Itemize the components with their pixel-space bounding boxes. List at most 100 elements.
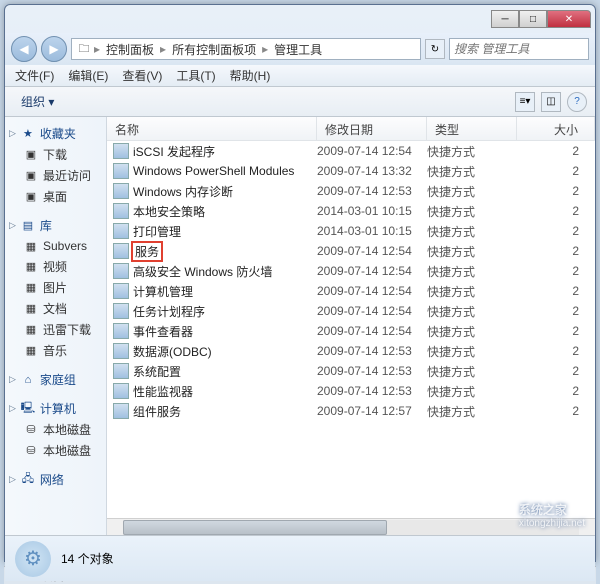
col-type[interactable]: 类型 <box>427 117 517 140</box>
file-row[interactable]: iSCSI 发起程序 2009-07-14 12:54 快捷方式 2 <box>107 141 595 161</box>
file-row[interactable]: 高级安全 Windows 防火墙 2009-07-14 12:54 快捷方式 2 <box>107 261 595 281</box>
file-row[interactable]: 性能监视器 2009-07-14 12:53 快捷方式 2 <box>107 381 595 401</box>
file-row[interactable]: 任务计划程序 2009-07-14 12:54 快捷方式 2 <box>107 301 595 321</box>
sidebar-item[interactable]: ▦迅雷下载 <box>5 319 106 340</box>
file-date: 2009-07-14 12:57 <box>317 404 427 418</box>
file-name: Windows 内存诊断 <box>133 183 233 200</box>
file-type: 快捷方式 <box>427 263 517 280</box>
sidebar-item[interactable]: ⛁本地磁盘 <box>5 440 106 461</box>
sidebar-computer[interactable]: ▷🖳计算机 <box>5 398 106 419</box>
sidebar-item-label: 音乐 <box>43 342 67 359</box>
chevron-icon: ▷ <box>9 403 16 414</box>
file-name: 服务 <box>131 241 163 262</box>
close-button[interactable]: ✕ <box>547 10 591 28</box>
sidebar-item-label: 本地磁盘 <box>43 421 91 438</box>
shortcut-icon <box>113 263 129 279</box>
sidebar-item-icon: ▦ <box>23 343 39 359</box>
sidebar-label: 收藏夹 <box>40 125 76 142</box>
col-date[interactable]: 修改日期 <box>317 117 427 140</box>
scrollbar-thumb[interactable] <box>123 520 387 535</box>
sidebar-item[interactable]: ▦文档 <box>5 298 106 319</box>
file-row[interactable]: 打印管理 2014-03-01 10:15 快捷方式 2 <box>107 221 595 241</box>
sidebar-item[interactable]: ▦Subvers <box>5 236 106 256</box>
file-name: 数据源(ODBC) <box>133 343 212 360</box>
body: ▷★收藏夹▣下载▣最近访问▣桌面▷▤库▦Subvers▦视频▦图片▦文档▦迅雷下… <box>5 117 595 535</box>
sidebar-homegroup[interactable]: ▷⌂家庭组 <box>5 369 106 390</box>
sidebar-libraries[interactable]: ▷▤库 <box>5 215 106 236</box>
shortcut-icon <box>113 383 129 399</box>
search-input[interactable] <box>454 42 584 56</box>
back-button[interactable]: ◀ <box>11 36 37 62</box>
sidebar-item[interactable]: ▣最近访问 <box>5 165 106 186</box>
breadcrumb-item[interactable]: 管理工具 <box>270 41 326 58</box>
file-date: 2009-07-14 12:53 <box>317 184 427 198</box>
minimize-button[interactable]: ─ <box>491 10 519 28</box>
menu-view[interactable]: 查看(V) <box>116 65 168 86</box>
sidebar-favorites[interactable]: ▷★收藏夹 <box>5 123 106 144</box>
view-options-button[interactable]: ≡▾ <box>515 92 535 112</box>
file-name: 本地安全策略 <box>133 203 205 220</box>
preview-pane-button[interactable]: ◫ <box>541 92 561 112</box>
sidebar-item[interactable]: ⛁本地磁盘 <box>5 419 106 440</box>
refresh-button[interactable]: ↻ <box>425 39 445 59</box>
file-row[interactable]: 组件服务 2009-07-14 12:57 快捷方式 2 <box>107 401 595 421</box>
col-size[interactable]: 大小 <box>517 117 595 140</box>
sidebar: ▷★收藏夹▣下载▣最近访问▣桌面▷▤库▦Subvers▦视频▦图片▦文档▦迅雷下… <box>5 117 107 535</box>
file-size: 2 <box>517 344 595 358</box>
menu-edit[interactable]: 编辑(E) <box>62 65 114 86</box>
file-type: 快捷方式 <box>427 323 517 340</box>
horizontal-scrollbar[interactable] <box>107 518 595 535</box>
sidebar-item[interactable]: ▦图片 <box>5 277 106 298</box>
forward-button[interactable]: ▶ <box>41 36 67 62</box>
sidebar-label: 库 <box>40 217 52 234</box>
file-size: 2 <box>517 304 595 318</box>
sidebar-item[interactable]: ▣桌面 <box>5 186 106 207</box>
sidebar-item[interactable]: ▦视频 <box>5 256 106 277</box>
file-type: 快捷方式 <box>427 143 517 160</box>
maximize-button[interactable]: □ <box>519 10 547 28</box>
menu-file[interactable]: 文件(F) <box>9 65 60 86</box>
file-name: 组件服务 <box>133 403 181 420</box>
sidebar-label: 家庭组 <box>40 371 76 388</box>
file-date: 2009-07-14 12:54 <box>317 144 427 158</box>
sidebar-item-label: 下载 <box>43 146 67 163</box>
menu-help[interactable]: 帮助(H) <box>224 65 277 86</box>
file-type: 快捷方式 <box>427 183 517 200</box>
file-row[interactable]: 系统配置 2009-07-14 12:53 快捷方式 2 <box>107 361 595 381</box>
help-button[interactable]: ? <box>567 92 587 112</box>
sidebar-item-label: Subvers <box>43 239 87 253</box>
file-type: 快捷方式 <box>427 403 517 420</box>
sidebar-item-icon: ⛁ <box>23 443 39 459</box>
breadcrumb-item[interactable]: 控制面板 <box>102 41 158 58</box>
file-row[interactable]: Windows PowerShell Modules 2009-07-14 13… <box>107 161 595 181</box>
file-type: 快捷方式 <box>427 203 517 220</box>
search-box[interactable] <box>449 38 589 60</box>
file-name: Windows PowerShell Modules <box>133 164 294 178</box>
menu-tools[interactable]: 工具(T) <box>170 65 221 86</box>
breadcrumb-item[interactable]: 所有控制面板项 <box>168 41 260 58</box>
file-row[interactable]: 数据源(ODBC) 2009-07-14 12:53 快捷方式 2 <box>107 341 595 361</box>
file-size: 2 <box>517 384 595 398</box>
file-type: 快捷方式 <box>427 383 517 400</box>
sidebar-network[interactable]: ▷🖧网络 <box>5 469 106 490</box>
file-row[interactable]: 本地安全策略 2014-03-01 10:15 快捷方式 2 <box>107 201 595 221</box>
file-row[interactable]: Windows 内存诊断 2009-07-14 12:53 快捷方式 2 <box>107 181 595 201</box>
navbar: ◀ ▶ 🗀 ▸ 控制面板 ▸ 所有控制面板项 ▸ 管理工具 ↻ <box>5 33 595 65</box>
file-row[interactable]: 事件查看器 2009-07-14 12:54 快捷方式 2 <box>107 321 595 341</box>
shortcut-icon <box>113 163 129 179</box>
file-size: 2 <box>517 324 595 338</box>
sidebar-item[interactable]: ▦音乐 <box>5 340 106 361</box>
file-row[interactable]: 计算机管理 2009-07-14 12:54 快捷方式 2 <box>107 281 595 301</box>
breadcrumb[interactable]: 🗀 ▸ 控制面板 ▸ 所有控制面板项 ▸ 管理工具 <box>71 38 421 60</box>
organize-button[interactable]: 组织 ▾ <box>13 90 62 113</box>
sidebar-label: 网络 <box>40 471 64 488</box>
file-size: 2 <box>517 244 595 258</box>
file-row[interactable]: 服务 2009-07-14 12:54 快捷方式 2 <box>107 241 595 261</box>
file-size: 2 <box>517 264 595 278</box>
sidebar-item[interactable]: ▣下载 <box>5 144 106 165</box>
sidebar-favorites-icon: ★ <box>20 126 36 142</box>
file-type: 快捷方式 <box>427 163 517 180</box>
file-size: 2 <box>517 164 595 178</box>
col-name[interactable]: 名称 <box>107 117 317 140</box>
file-size: 2 <box>517 204 595 218</box>
